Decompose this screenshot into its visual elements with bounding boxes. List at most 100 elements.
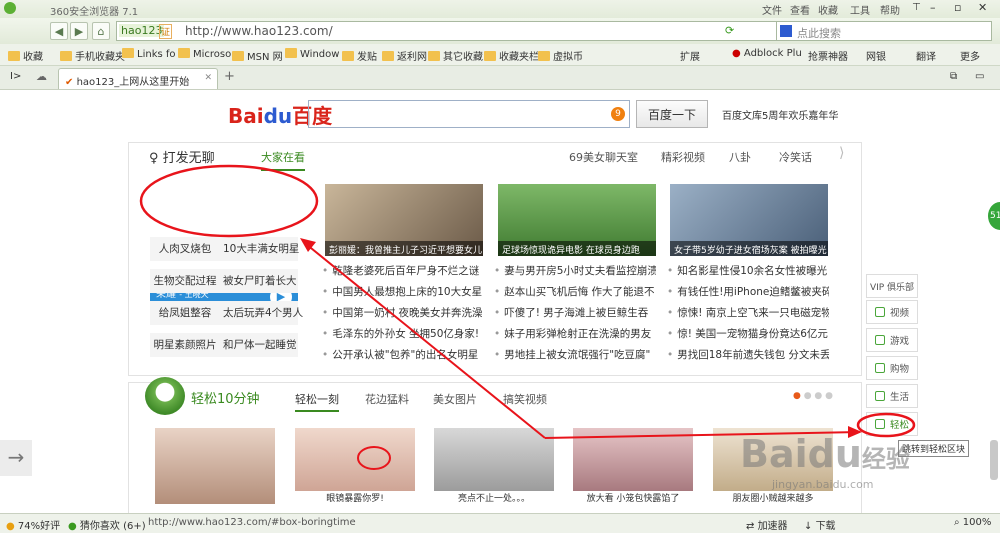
tag-4[interactable]: 被女尸盯着长大: [220, 269, 298, 293]
ext-adblock[interactable]: ● Adblock Plu: [732, 48, 802, 59]
url-text[interactable]: http://www.hao123.com/: [185, 24, 333, 38]
news-item[interactable]: 男地挂上被女流氓强行"吃豆腐": [494, 345, 656, 366]
tag-6[interactable]: 太后玩弄4个男人: [220, 301, 303, 325]
forward-button[interactable]: ▶: [70, 22, 88, 40]
watermark-url: jingyan.baidu.com: [772, 478, 874, 491]
thumb-1[interactable]: [155, 428, 275, 504]
sidebar-games[interactable]: 游戏: [866, 328, 918, 352]
fav-other[interactable]: 其它收藏: [428, 48, 483, 63]
fav-windows[interactable]: Window: [285, 48, 339, 60]
news-item[interactable]: 惊悚! 南京上空飞来一只电磁宠物: [667, 303, 829, 324]
ext-tickets[interactable]: 抢票神器: [808, 48, 848, 63]
news-item[interactable]: 中国第一奶村 夜晚美女并奔洗澡: [322, 303, 482, 324]
tab-close-icon[interactable]: ✕: [204, 73, 212, 83]
new-tab-button[interactable]: +: [224, 69, 235, 84]
thumb-3[interactable]: 亮点不止一处。。。: [434, 428, 554, 504]
tab-chatroom[interactable]: 69美女聊天室: [569, 149, 638, 165]
news-photo-3[interactable]: 女子带5岁幼子进女宿场灰案 被拍曝光: [670, 184, 828, 256]
sidebar-vip[interactable]: VIP 俱乐部: [866, 274, 918, 298]
ext-translate[interactable]: 翻译: [916, 48, 936, 63]
news-item[interactable]: 毛泽东的外孙女 坐拥50亿身家!: [322, 324, 482, 345]
sidebar-video[interactable]: 视频: [866, 300, 918, 324]
sidebar-shopping[interactable]: 购物: [866, 356, 918, 380]
news-photo-1[interactable]: 彭丽媛：我曾推主儿子习近平想要女儿: [325, 184, 483, 256]
tag-1[interactable]: 人肉叉烧包: [150, 237, 220, 261]
tab-beauty[interactable]: 美女图片: [433, 391, 477, 407]
tab-lace[interactable]: 花边猛料: [365, 391, 409, 407]
float-badge[interactable]: 51: [988, 202, 1000, 230]
ext-more[interactable]: 更多: [960, 48, 980, 63]
tab-relax-moment[interactable]: 轻松一刻: [295, 391, 339, 412]
tab-gossip[interactable]: 八卦: [729, 149, 751, 165]
ext-bank[interactable]: 网银: [866, 48, 886, 63]
back-button[interactable]: ◀: [50, 22, 68, 40]
address-bar[interactable]: hao123 证 http://www.hao123.com/ ⟳: [116, 21, 804, 41]
baidu-search-button[interactable]: 百度一下: [636, 100, 708, 128]
certificate-badge[interactable]: 证: [159, 24, 173, 39]
news-item[interactable]: 男找回18年前遗失钱包 分文未丢: [667, 345, 829, 366]
news-item[interactable]: 知名影星性侵10余名女性被曝光: [667, 261, 829, 282]
tab-trending[interactable]: 大家在看: [261, 149, 305, 171]
menu-file[interactable]: 文件: [762, 2, 782, 17]
pin-icon[interactable]: ⊤: [912, 2, 921, 13]
left-arrow-icon[interactable]: →: [0, 440, 32, 476]
fav-mobile[interactable]: 手机收藏夹: [60, 48, 125, 63]
tab-videos[interactable]: 精彩视频: [661, 149, 705, 165]
fav-collect[interactable]: 收藏: [8, 48, 43, 63]
fav-post[interactable]: 发贴: [342, 48, 377, 63]
refresh-icon[interactable]: ⟳: [725, 24, 734, 37]
thumb-4[interactable]: 放大看 小笼包快露馅了: [573, 428, 693, 504]
news-photo-2[interactable]: 足球场惊现诡异电影 在球员身边跑: [498, 184, 656, 256]
fav-crypto[interactable]: 虚拟币: [538, 48, 583, 63]
news-item[interactable]: 乾隆老婆死后百年尸身不烂之谜: [322, 261, 482, 282]
scrollbar-thumb[interactable]: [990, 440, 998, 480]
fav-rebate[interactable]: 返利网: [382, 48, 427, 63]
news-item[interactable]: 有钱任性!用iPhone迫鳍鳖被夹碎: [667, 282, 829, 303]
accelerator[interactable]: ⇄ 加速器: [746, 517, 788, 532]
fav-msn[interactable]: MSN 网: [232, 48, 283, 63]
news-item[interactable]: 中国男人最想抱上床的10大女星: [322, 282, 482, 303]
thumb-2[interactable]: 眼镜暴露你罗!: [295, 428, 415, 504]
close-icon[interactable]: ✕: [978, 1, 987, 14]
minimize-icon[interactable]: –: [930, 1, 936, 14]
menu-tools[interactable]: 工具: [850, 2, 870, 17]
search-field[interactable]: 点此搜索: [776, 21, 992, 41]
ext-extensions[interactable]: 扩展: [680, 48, 700, 63]
fav-links[interactable]: Links fo: [122, 48, 176, 60]
fav-folder[interactable]: 收藏夹栏: [484, 48, 539, 63]
tab-list-icon[interactable]: ▭: [975, 71, 984, 82]
tag-2[interactable]: 10大丰满女明星: [220, 237, 299, 261]
news-item[interactable]: 惊! 美国一宠物猫身份竟达6亿元: [667, 324, 829, 345]
zoom-level[interactable]: ⌕ 100%: [954, 517, 991, 528]
carousel-dots[interactable]: ● ● ● ●: [793, 391, 833, 401]
baidu-search-input[interactable]: 9: [308, 100, 630, 128]
news-item[interactable]: 妻与男开房5小时丈夫看监控崩溃: [494, 261, 656, 282]
cloud-icon[interactable]: ☁: [36, 70, 47, 83]
home-button[interactable]: ⌂: [92, 22, 110, 40]
news-item[interactable]: 吓傻了! 男子海滩上被巨鲸生吞: [494, 303, 656, 324]
tab-funny-video[interactable]: 搞笑视频: [503, 391, 547, 407]
tag-7[interactable]: 明星素颜照片: [150, 333, 220, 357]
tab-hao123[interactable]: ✔ hao123_上网从这里开始 ✕: [58, 68, 218, 89]
rating-text[interactable]: ● 74%好评: [6, 517, 60, 532]
tab-jokes[interactable]: 冷笑话: [779, 149, 812, 165]
menu-view[interactable]: 查看: [790, 2, 810, 17]
menu-help[interactable]: 帮助: [880, 2, 900, 17]
news-item[interactable]: 赵本山买飞机后悔 作大了能退不: [494, 282, 656, 303]
guess-text[interactable]: ● 猜你喜欢 (6+): [68, 517, 146, 532]
tag-3[interactable]: 生物交配过程: [150, 269, 220, 293]
tag-8[interactable]: 和尸体一起睡觉: [220, 333, 298, 357]
restore-tab-icon[interactable]: ⧉: [950, 71, 957, 82]
fav-microsoft[interactable]: Microso: [178, 48, 231, 60]
sidebar-toggle-icon[interactable]: I>: [10, 71, 21, 82]
news-item[interactable]: 妹子用彩弹枪射正在洗澡的男友: [494, 324, 656, 345]
news-item[interactable]: 公开承认被"包养"的出名女明星: [322, 345, 482, 366]
sidebar-life[interactable]: 生活: [866, 384, 918, 408]
tag-5[interactable]: 给凤姐整容: [150, 301, 220, 325]
maximize-icon[interactable]: ▫: [954, 1, 961, 14]
panel-next-icon[interactable]: ⟩: [839, 145, 844, 161]
menu-favorites[interactable]: 收藏: [818, 2, 838, 17]
download[interactable]: ↓ 下载: [804, 517, 836, 532]
search-engine-icon[interactable]: [780, 25, 792, 37]
baidu-promo-link[interactable]: 百度文库5周年欢乐嘉年华: [722, 107, 838, 122]
